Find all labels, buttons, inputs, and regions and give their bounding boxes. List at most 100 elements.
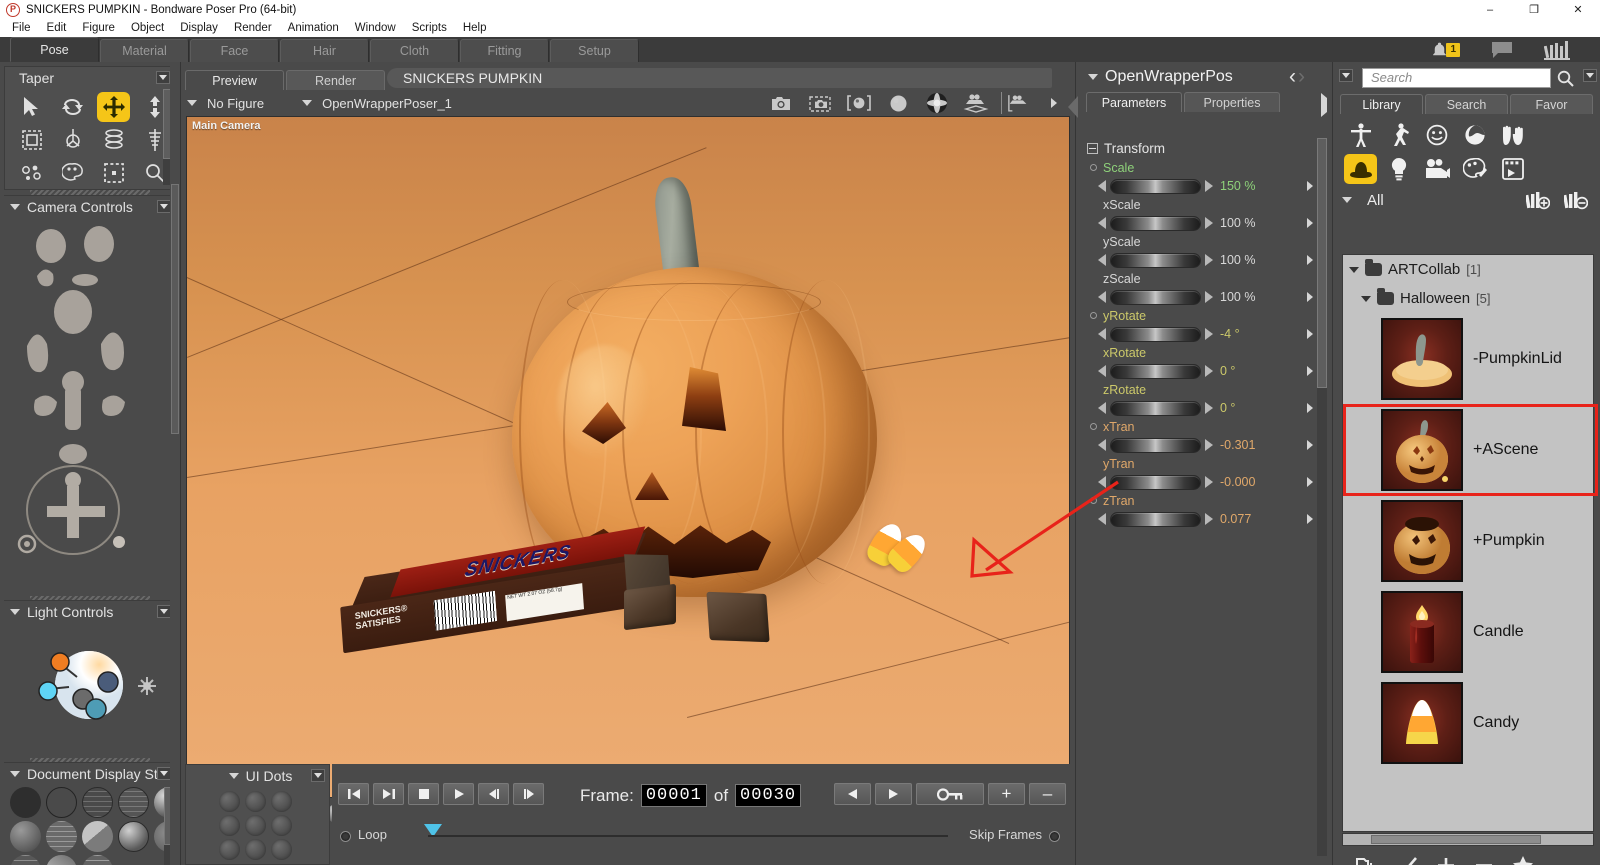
style-cartoon[interactable] — [82, 821, 113, 852]
param-dial[interactable] — [1110, 178, 1201, 194]
style-flat-lined[interactable] — [10, 821, 41, 852]
maximize-button[interactable]: ❐ — [1512, 0, 1556, 19]
param-expand-icon[interactable] — [1307, 514, 1313, 524]
sphere-ball-icon[interactable] — [923, 92, 951, 114]
collapse-box-icon[interactable] — [1087, 143, 1098, 154]
tab-properties[interactable]: Properties — [1184, 92, 1280, 112]
lights-icon[interactable] — [1382, 154, 1415, 184]
style-sketch[interactable] — [46, 855, 77, 865]
document-display-style-header[interactable]: Document Display St — [4, 763, 175, 785]
increment-arrow-icon[interactable] — [1205, 180, 1213, 192]
chocolate-piece-1[interactable] — [624, 583, 676, 631]
style-silhouette[interactable] — [10, 787, 41, 818]
panel-collapse-arrow[interactable] — [1068, 96, 1080, 121]
current-frame-field[interactable]: 00001 — [640, 784, 707, 807]
ui-dot[interactable] — [219, 839, 240, 860]
param-dial[interactable] — [1110, 400, 1201, 416]
props-icon[interactable] — [1344, 154, 1377, 184]
ui-dots-menu-button[interactable] — [311, 769, 325, 782]
loop-toggle[interactable] — [340, 831, 351, 842]
hands-icon[interactable] — [1496, 120, 1529, 150]
step-back-button[interactable] — [478, 783, 509, 805]
param-value[interactable]: 0 ° — [1220, 364, 1266, 378]
play-button[interactable] — [443, 783, 474, 805]
increment-arrow-icon[interactable] — [1205, 217, 1213, 229]
increment-arrow-icon[interactable] — [1205, 476, 1213, 488]
decrement-arrow-icon[interactable] — [1098, 254, 1106, 266]
go-to-start-button[interactable] — [338, 783, 369, 805]
decrement-arrow-icon[interactable] — [1098, 328, 1106, 340]
menu-display[interactable]: Display — [172, 19, 226, 37]
param-value[interactable]: 100 % — [1220, 216, 1266, 230]
param-value[interactable]: -4 ° — [1220, 327, 1266, 341]
parameters-scrollbar[interactable] — [1317, 138, 1327, 856]
param-dial[interactable] — [1110, 474, 1201, 490]
expand-triangle-icon[interactable] — [1349, 266, 1359, 273]
search-icon[interactable] — [1557, 70, 1574, 87]
expressions-icon[interactable] — [1420, 120, 1453, 150]
morph-tool[interactable] — [11, 156, 52, 189]
param-indicator-dot[interactable] — [1090, 423, 1097, 430]
remove-keyframe-button[interactable]: – — [1029, 783, 1066, 805]
param-dial[interactable] — [1110, 511, 1201, 527]
increment-arrow-icon[interactable] — [1205, 254, 1213, 266]
style-hidden-line[interactable] — [118, 787, 149, 818]
menu-window[interactable]: Window — [347, 19, 404, 37]
camera-icon[interactable] — [767, 92, 795, 114]
param-indicator-dot[interactable] — [1090, 497, 1097, 504]
menu-file[interactable]: File — [4, 19, 39, 37]
tab-library[interactable]: Library — [1340, 94, 1423, 114]
param-indicator-dot[interactable] — [1090, 164, 1097, 171]
menu-object[interactable]: Object — [123, 19, 172, 37]
expand-triangle-icon[interactable] — [1361, 295, 1371, 302]
decrement-arrow-icon[interactable] — [1098, 180, 1106, 192]
figures-icon[interactable] — [1344, 120, 1377, 150]
style-cartoon-lined[interactable] — [118, 821, 149, 852]
taper-panel-menu-button[interactable] — [156, 71, 170, 84]
style-texture-shaded[interactable] — [10, 855, 41, 865]
tab-cloth[interactable]: Cloth — [370, 39, 459, 62]
checkmark-icon[interactable] — [1396, 856, 1418, 865]
tree-node-artcollab[interactable]: ARTCollab [1] — [1343, 255, 1593, 284]
timeline-track[interactable] — [428, 835, 948, 837]
param-value[interactable]: -0.301 — [1220, 438, 1266, 452]
light-panel-menu-button[interactable] — [157, 605, 171, 618]
taper-tool[interactable] — [93, 123, 134, 156]
preview-viewport[interactable]: Main Camera SNICKERS SNICKERS® SATISFIES… — [186, 116, 1070, 798]
grouping-tool[interactable] — [93, 156, 134, 189]
tab-fitting[interactable]: Fitting — [460, 39, 549, 62]
param-dial[interactable] — [1110, 326, 1201, 342]
previous-keyframe-button[interactable] — [834, 783, 871, 805]
add-library-icon[interactable] — [1526, 191, 1550, 210]
scenes-icon[interactable] — [1496, 154, 1529, 184]
go-to-end-button[interactable] — [373, 783, 404, 805]
param-value[interactable]: 150 % — [1220, 179, 1266, 193]
param-expand-icon[interactable] — [1307, 329, 1313, 339]
stop-button[interactable] — [408, 783, 439, 805]
tab-favorites[interactable]: Favor — [1510, 94, 1593, 114]
decrement-arrow-icon[interactable] — [1098, 476, 1106, 488]
previous-object-button[interactable]: ‹ — [1289, 66, 1296, 87]
param-dial[interactable] — [1110, 252, 1201, 268]
param-value[interactable]: 100 % — [1220, 253, 1266, 267]
decrement-arrow-icon[interactable] — [1098, 513, 1106, 525]
library-horizontal-scrollbar[interactable] — [1342, 833, 1594, 846]
search-input[interactable]: Search — [1362, 68, 1551, 88]
tree-node-halloween[interactable]: Halloween [5] — [1343, 284, 1593, 313]
library-panel-menu-left[interactable] — [1339, 69, 1353, 82]
collapse-triangle-icon[interactable] — [1342, 197, 1352, 203]
list-item[interactable]: -PumpkinLid — [1343, 313, 1593, 404]
bookshelf-icon[interactable] — [1544, 40, 1570, 60]
decrement-arrow-icon[interactable] — [1098, 439, 1106, 451]
step-forward-button[interactable] — [513, 783, 544, 805]
add-keyframe-button[interactable]: + — [988, 783, 1025, 805]
rotate-tool[interactable] — [52, 90, 93, 123]
param-value[interactable]: -0.000 — [1220, 475, 1266, 489]
tab-render[interactable]: Render — [286, 70, 385, 90]
increment-arrow-icon[interactable] — [1205, 328, 1213, 340]
tab-search[interactable]: Search — [1425, 94, 1508, 114]
edit-keyframe-button[interactable] — [916, 783, 984, 805]
cameras-icon[interactable] — [1420, 154, 1453, 184]
notifications-button[interactable]: 1 — [1430, 41, 1460, 60]
ui-dot[interactable] — [219, 815, 240, 836]
